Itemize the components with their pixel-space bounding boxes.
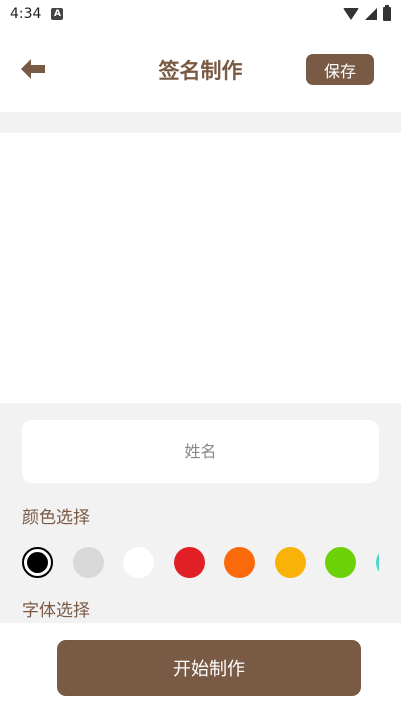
status-icons xyxy=(343,5,391,21)
signal-icon xyxy=(365,8,377,20)
save-button[interactable]: 保存 xyxy=(306,54,374,85)
start-button[interactable]: 开始制作 xyxy=(57,640,361,696)
status-time: 4:34 xyxy=(10,6,42,22)
battery-icon xyxy=(383,5,391,21)
swatch-selected-indicator xyxy=(27,552,48,573)
name-input[interactable] xyxy=(22,420,379,483)
font-section-label: 字体选择 xyxy=(22,601,90,621)
color-swatch[interactable] xyxy=(325,547,356,578)
color-swatch[interactable] xyxy=(224,547,255,578)
divider-band xyxy=(0,112,401,133)
color-section-label: 颜色选择 xyxy=(22,508,90,528)
color-swatch[interactable] xyxy=(123,547,154,578)
color-swatch[interactable] xyxy=(22,547,53,578)
status-bar: 4:34 A xyxy=(0,0,401,28)
notification-icon: A xyxy=(51,8,64,20)
color-swatch[interactable] xyxy=(274,547,306,578)
header: 签名制作 保存 xyxy=(0,28,401,110)
color-swatch[interactable] xyxy=(173,547,205,578)
color-swatch[interactable] xyxy=(72,547,104,578)
wifi-icon xyxy=(343,8,359,20)
color-swatch-row xyxy=(22,545,379,579)
signature-preview-area xyxy=(0,133,401,403)
settings-panel: 颜色选择 字体选择 xyxy=(0,403,401,623)
color-swatch[interactable] xyxy=(375,547,379,578)
